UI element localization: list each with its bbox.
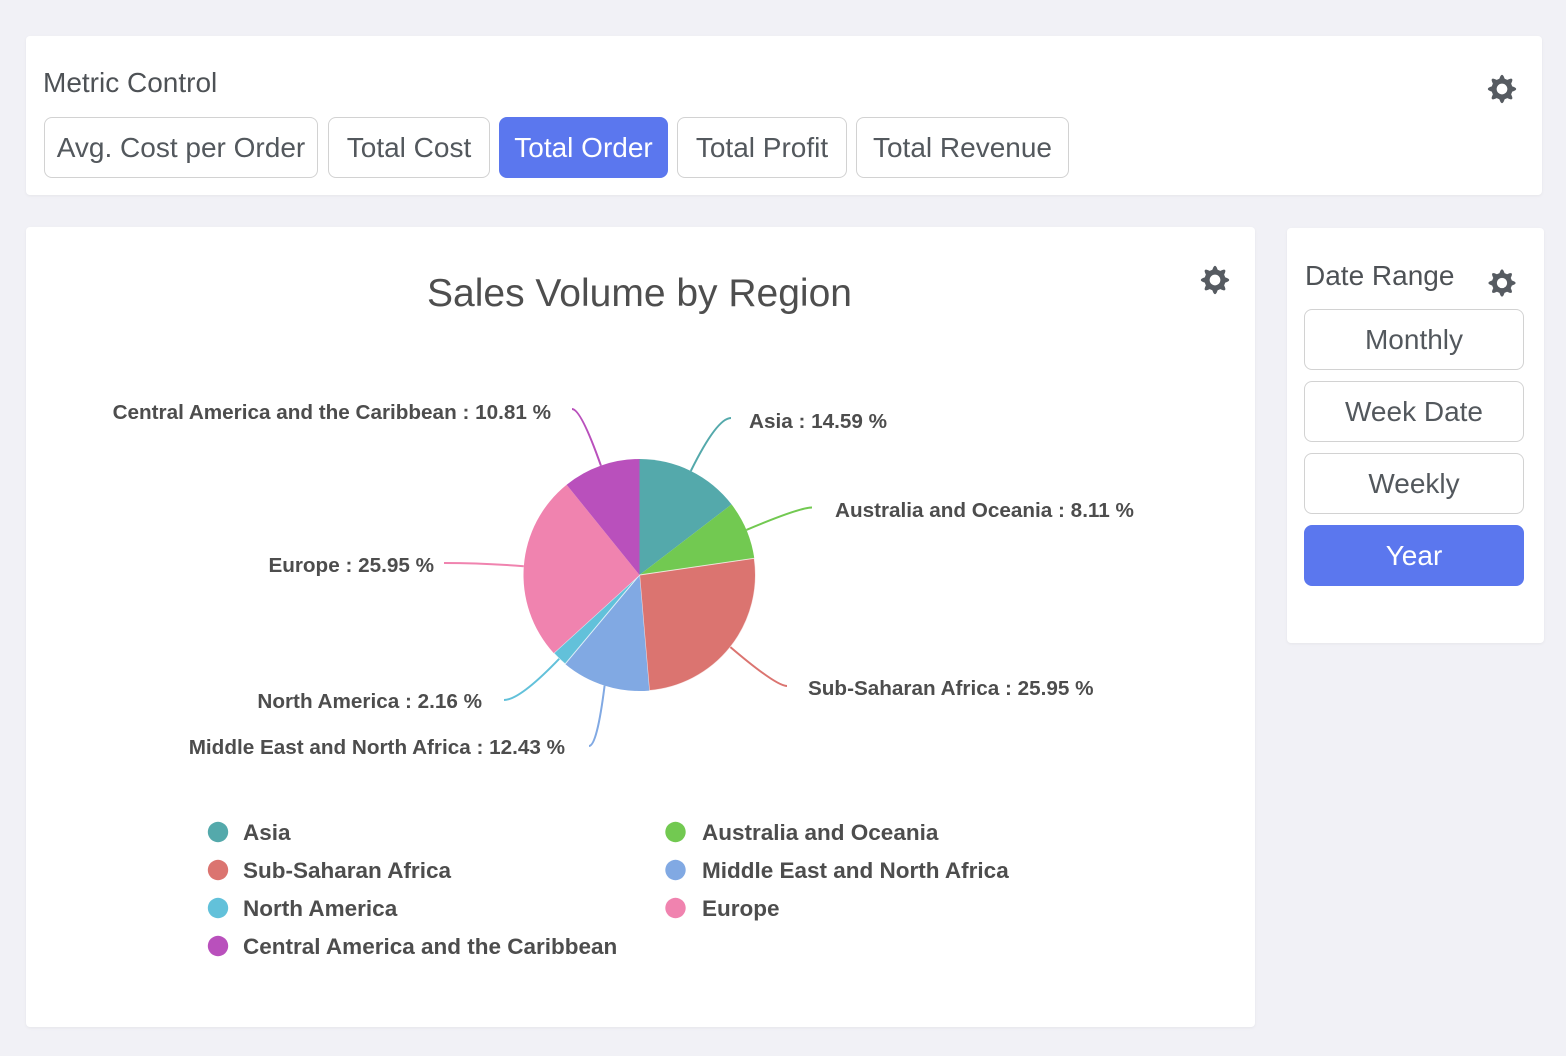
svg-text:Australia and Oceania : 8.11 %: Australia and Oceania : 8.11 %	[835, 499, 1134, 522]
svg-text:North America : 2.16 %: North America : 2.16 %	[257, 690, 482, 713]
svg-text:Sub-Saharan Africa: Sub-Saharan Africa	[243, 858, 451, 883]
svg-text:Sales Volume by Region: Sales Volume by Region	[427, 272, 852, 315]
svg-text:Central America and the Caribb: Central America and the Caribbean	[243, 934, 617, 959]
svg-text:Asia : 14.59 %: Asia : 14.59 %	[749, 410, 887, 433]
svg-text:Asia: Asia	[243, 820, 291, 845]
svg-text:Middle East and North Africa :: Middle East and North Africa : 12.43 %	[189, 736, 565, 759]
svg-text:Europe : 25.95 %: Europe : 25.95 %	[268, 554, 434, 577]
svg-text:Central America and the Caribb: Central America and the Caribbean : 10.8…	[113, 401, 551, 424]
svg-text:North America: North America	[243, 896, 398, 921]
svg-text:Sub-Saharan Africa : 25.95 %: Sub-Saharan Africa : 25.95 %	[808, 677, 1094, 700]
svg-text:Europe: Europe	[702, 896, 780, 921]
svg-text:Australia and Oceania: Australia and Oceania	[702, 820, 939, 845]
svg-text:Middle East and North Africa: Middle East and North Africa	[702, 858, 1009, 883]
